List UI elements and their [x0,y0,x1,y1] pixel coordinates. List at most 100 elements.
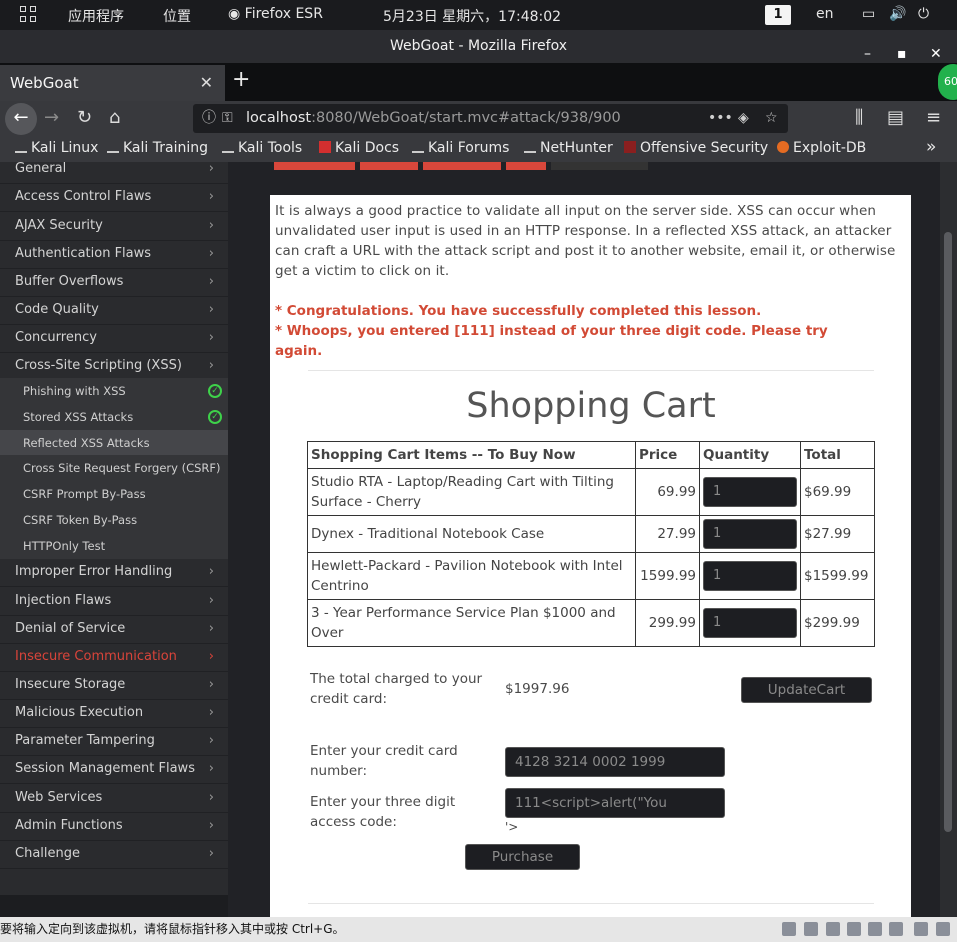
settings-icon[interactable] [936,922,950,936]
sound-icon[interactable] [868,922,882,936]
system-top-bar: 应用程序 位置 ◉ Firefox ESR 5月23日 星期六，17:48:02… [0,0,957,30]
sidebar-item-malicious-exec[interactable]: Malicious Execution › [0,701,228,728]
subitem-stored-xss[interactable]: Stored XSS Attacks ✓ [0,404,228,430]
printer-icon[interactable] [847,922,861,936]
url-bar[interactable]: ⓘ ⚿ localhost:8080/WebGoat/start.mvc#att… [193,104,788,133]
keyboard-layout[interactable]: en [816,6,834,22]
bookmark-kali-docs[interactable]: Kali Docs [319,140,399,156]
tab-webgoat[interactable]: WebGoat ✕ [0,65,225,101]
close-tab-icon[interactable]: ✕ [200,65,213,101]
hdd-icon[interactable] [782,922,796,936]
lesson-tab-button[interactable] [274,162,355,170]
sidebar-item-insecure-storage[interactable]: Insecure Storage › [0,673,228,700]
sidebar-item-ajax[interactable]: AJAX Security › [0,214,228,241]
sidebar-toggle-icon[interactable]: ▤ [887,107,904,128]
bookmark-exploit-db[interactable]: Exploit-DB [777,140,866,156]
subitem-httponly[interactable]: HTTPOnly Test [0,533,228,559]
item-total: $69.99 [800,468,875,516]
subitem-csrf-token[interactable]: CSRF Token By-Pass [0,507,228,533]
bookmark-kali-training[interactable]: Kali Training [107,140,208,156]
quantity-input[interactable]: 1 [703,608,797,638]
bookmarks-overflow-icon[interactable]: » [926,137,936,157]
home-icon[interactable]: ⌂ [109,107,120,128]
subitem-reflected-xss[interactable]: Reflected XSS Attacks [0,430,228,456]
bookmark-kali-tools[interactable]: Kali Tools [222,140,302,156]
app-grid-icon[interactable] [20,6,38,24]
lesson-buttons-strip [270,162,670,170]
screen-icon[interactable]: ▭ [862,6,875,22]
chevron-right-icon: › [208,790,214,805]
power-icon[interactable]: ⏻ [918,6,929,22]
pocket-icon[interactable]: ◈ [738,104,749,133]
tab-strip: WebGoat ✕ + [0,63,957,101]
bookmark-nethunter[interactable]: NetHunter [524,140,613,156]
item-name: Dynex - Traditional Notebook Case [307,515,636,553]
sidebar-item-web-services[interactable]: Web Services › [0,786,228,813]
bookmark-star-icon[interactable]: ☆ [765,104,778,133]
sidebar-item-session-mgmt[interactable]: Session Management Flaws › [0,757,228,784]
sidebar-item-param-tampering[interactable]: Parameter Tampering › [0,729,228,756]
subitem-phishing-xss[interactable]: Phishing with XSS ✓ [0,378,228,404]
sidebar-item-access-control[interactable]: Access Control Flaws › [0,185,228,212]
kali-dragon-icon [222,141,234,153]
status-text: 要将输入定向到该虚拟机，请将鼠标指针移入其中或按 Ctrl+G。 [0,922,345,936]
cd-icon[interactable] [804,922,818,936]
sidebar-item-buffer[interactable]: Buffer Overflows › [0,270,228,297]
subitem-csrf[interactable]: Cross Site Request Forgery (CSRF) [0,455,228,481]
back-button[interactable]: ← [5,103,37,135]
quantity-input[interactable]: 1 [703,519,797,549]
access-code-overflow: '> [505,820,519,834]
sidebar-item-injection[interactable]: Injection Flaws › [0,589,228,616]
extension-badge[interactable]: 60 [938,64,957,100]
sidebar-item-admin[interactable]: Admin Functions › [0,814,228,841]
sidebar-item-challenge[interactable]: Challenge › [0,842,228,869]
access-code-input[interactable]: 111<script>alert("You [505,788,725,818]
volume-icon[interactable]: 🔊 [889,6,906,22]
sidebar-item-general[interactable]: General › [0,162,228,184]
applications-menu[interactable]: 应用程序 [68,6,124,26]
bookmark-offensive-security[interactable]: Offensive Security [624,140,768,156]
clock[interactable]: 5月23日 星期六，17:48:02 [383,6,561,26]
chevron-right-icon: › [208,677,214,692]
update-cart-button[interactable]: UpdateCart [741,677,872,703]
sidebar-item-error-handling[interactable]: Improper Error Handling › [0,560,228,587]
bookmark-kali-linux[interactable]: Kali Linux [15,140,98,156]
lesson-tab-button[interactable] [360,162,418,170]
lesson-tab-button[interactable] [506,162,546,170]
forward-icon[interactable]: → [44,107,59,128]
workspace-indicator[interactable]: 1 [765,5,791,25]
network-icon[interactable] [826,922,840,936]
quantity-input[interactable]: 1 [703,561,797,591]
library-icon[interactable]: ⫼ [855,107,863,128]
reload-icon[interactable]: ↻ [77,107,92,128]
lesson-tab-button[interactable] [423,162,501,170]
page-scrollbar[interactable] [940,162,957,917]
usb-icon[interactable] [889,922,903,936]
firefox-indicator[interactable]: ◉ Firefox ESR [228,6,323,22]
sidebar-item-code-quality[interactable]: Code Quality › [0,298,228,325]
menu-icon[interactable]: ≡ [926,107,941,128]
info-icon[interactable]: ⓘ [202,104,216,133]
firefox-icon: ◉ [228,6,241,22]
lesson-sidebar: General › Access Control Flaws › AJAX Secu… [0,162,228,895]
col-header-quantity: Quantity [699,441,801,469]
sidebar-item-concurrency[interactable]: Concurrency › [0,326,228,353]
url-text[interactable]: localhost:8080/WebGoat/start.mvc#attack/… [246,104,621,133]
new-tab-icon[interactable]: + [232,67,250,92]
display-icon[interactable] [914,922,928,936]
subitem-csrf-prompt[interactable]: CSRF Prompt By-Pass [0,481,228,507]
kali-dragon-icon [107,141,119,153]
scrollbar-thumb[interactable] [944,232,952,832]
purchase-button[interactable]: Purchase [465,844,580,870]
item-total: $299.99 [800,599,875,647]
credit-card-input[interactable]: 4128 3214 0002 1999 [505,747,725,777]
lesson-tab-button[interactable] [551,162,648,170]
sidebar-item-xss[interactable]: Cross-Site Scripting (XSS) › [0,354,228,381]
sidebar-item-auth[interactable]: Authentication Flaws › [0,242,228,269]
bookmark-kali-forums[interactable]: Kali Forums [412,140,509,156]
places-menu[interactable]: 位置 [163,6,191,26]
sidebar-item-dos[interactable]: Denial of Service › [0,617,228,644]
quantity-input[interactable]: 1 [703,477,797,507]
sidebar-item-insecure-comm[interactable]: Insecure Communication › [0,645,228,672]
page-actions-icon[interactable]: ••• [708,104,733,133]
